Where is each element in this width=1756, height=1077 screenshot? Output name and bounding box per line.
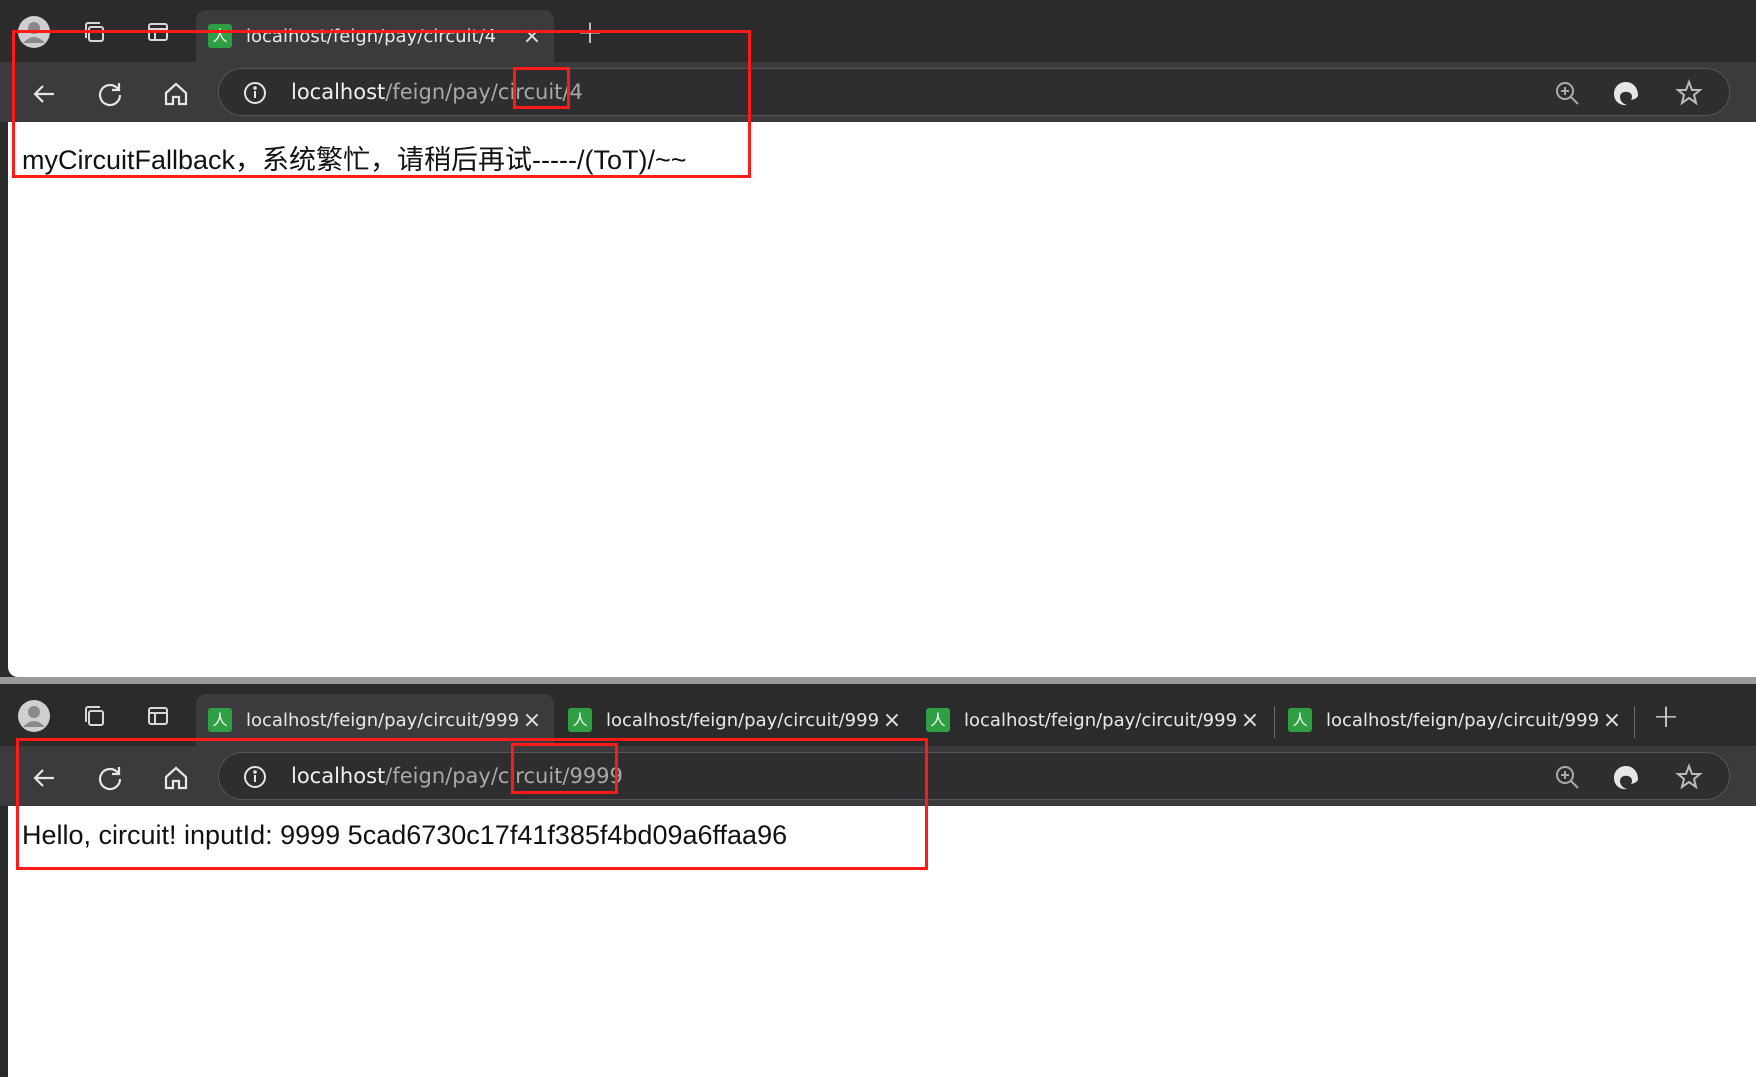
reload-icon[interactable]: [90, 758, 130, 798]
tab-title: localhost/feign/pay/circuit/4: [246, 25, 497, 47]
close-icon[interactable]: ×: [1238, 708, 1262, 733]
tab-bar: 人 localhost/feign/pay/circuit/4 × +: [0, 0, 1756, 62]
tab-separator: [1634, 706, 1635, 738]
zoom-icon[interactable]: [1553, 79, 1581, 107]
tab-title: localhost/feign/pay/circuit/9999: [1326, 709, 1600, 731]
star-icon[interactable]: [1675, 79, 1703, 107]
tab-title: localhost/feign/pay/circuit/9999: [964, 709, 1238, 731]
edge-icon[interactable]: [1611, 762, 1641, 792]
tab-1[interactable]: 人 localhost/feign/pay/circuit/4 ×: [196, 10, 554, 62]
info-icon[interactable]: [243, 81, 267, 105]
tab-4[interactable]: 人 localhost/feign/pay/circuit/9999 ×: [1276, 694, 1634, 746]
back-arrow-icon[interactable]: [24, 74, 64, 114]
profile-icon[interactable]: [16, 14, 52, 50]
close-icon[interactable]: ×: [880, 708, 904, 733]
green-favicon-icon: 人: [208, 24, 232, 48]
zoom-icon[interactable]: [1553, 763, 1581, 791]
tab-actions-icon[interactable]: [140, 698, 176, 734]
browser-window-2: 人 localhost/feign/pay/circuit/9999 × 人 l…: [0, 684, 1756, 1077]
home-icon[interactable]: [156, 758, 196, 798]
collections-icon[interactable]: [76, 698, 112, 734]
tab-actions-icon[interactable]: [140, 14, 176, 50]
back-arrow-icon[interactable]: [24, 758, 64, 798]
green-favicon-icon: 人: [208, 708, 232, 732]
url-text[interactable]: localhost/feign/pay/circuit/9999: [291, 763, 623, 789]
home-icon[interactable]: [156, 74, 196, 114]
tab-separator: [1274, 706, 1275, 738]
page-content: Hello, circuit! inputId: 9999 5cad6730c1…: [8, 806, 1756, 1077]
url-path: /feign/pay/circuit/9999: [385, 764, 623, 788]
tab-3[interactable]: 人 localhost/feign/pay/circuit/9999 ×: [914, 694, 1272, 746]
window-divider: [0, 677, 1756, 684]
toolbar: localhost/feign/pay/circuit/9999: [0, 746, 1756, 807]
tab-title: localhost/feign/pay/circuit/9999: [246, 709, 520, 731]
profile-icon[interactable]: [16, 698, 52, 734]
toolbar: localhost/feign/pay/circuit/4: [0, 62, 1756, 123]
green-favicon-icon: 人: [926, 708, 950, 732]
close-icon[interactable]: ×: [1600, 708, 1624, 733]
star-icon[interactable]: [1675, 763, 1703, 791]
browser-window-1: 人 localhost/feign/pay/circuit/4 × + loca…: [0, 0, 1756, 677]
tab-2[interactable]: 人 localhost/feign/pay/circuit/9999 ×: [556, 694, 914, 746]
tab-1[interactable]: 人 localhost/feign/pay/circuit/9999 ×: [196, 694, 554, 746]
tab-bar: 人 localhost/feign/pay/circuit/9999 × 人 l…: [0, 684, 1756, 746]
plus-icon[interactable]: +: [572, 14, 608, 50]
url-host: localhost: [291, 80, 386, 104]
plus-icon[interactable]: +: [1648, 698, 1684, 734]
address-bar[interactable]: localhost/feign/pay/circuit/9999: [218, 752, 1730, 800]
collections-icon[interactable]: [76, 14, 112, 50]
info-icon[interactable]: [243, 765, 267, 789]
reload-icon[interactable]: [90, 74, 130, 114]
green-favicon-icon: 人: [1288, 708, 1312, 732]
url-text[interactable]: localhost/feign/pay/circuit/4: [291, 79, 583, 105]
edge-icon[interactable]: [1611, 78, 1641, 108]
page-content: myCircuitFallback，系统繁忙，请稍后再试-----/(ToT)/…: [8, 122, 1756, 677]
address-bar[interactable]: localhost/feign/pay/circuit/4: [218, 68, 1730, 116]
response-text: myCircuitFallback，系统繁忙，请稍后再试-----/(ToT)/…: [22, 145, 687, 175]
close-icon[interactable]: ×: [520, 24, 544, 49]
close-icon[interactable]: ×: [520, 708, 544, 733]
url-path: /feign/pay/circuit/4: [385, 80, 583, 104]
url-host: localhost: [291, 764, 386, 788]
green-favicon-icon: 人: [568, 708, 592, 732]
tab-title: localhost/feign/pay/circuit/9999: [606, 709, 880, 731]
response-text: Hello, circuit! inputId: 9999 5cad6730c1…: [22, 820, 788, 850]
